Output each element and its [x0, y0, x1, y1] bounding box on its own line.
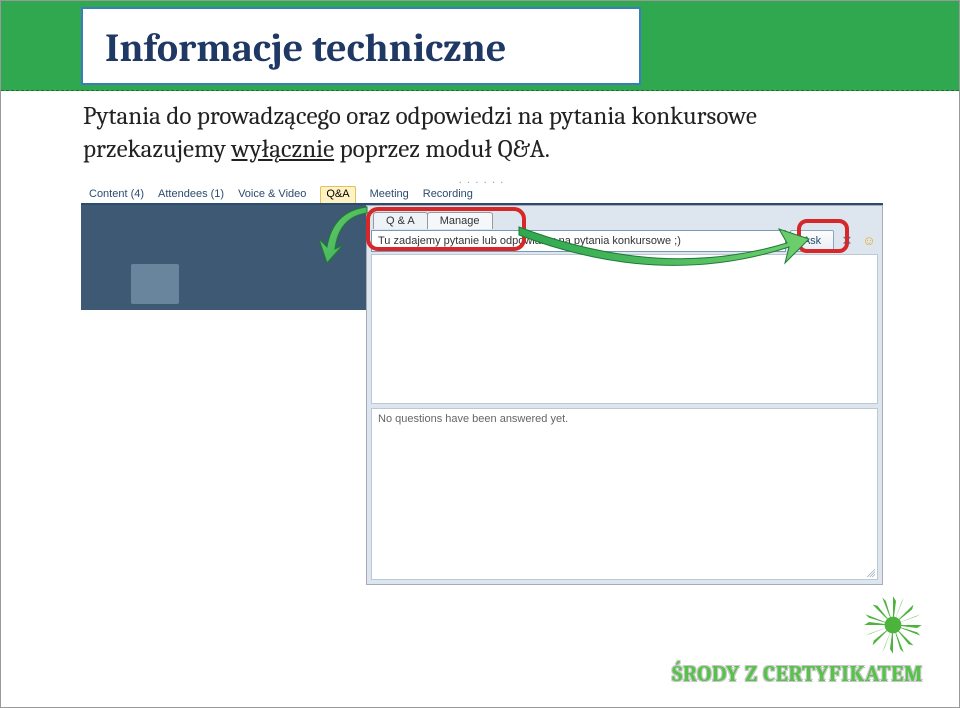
brand-text: ŚRODY Z CERTYFIKATEM — [672, 661, 923, 687]
description-text: Pytania do prowadzącego oraz odpowiedzi … — [83, 101, 899, 166]
desc-underlined: wyłącznie — [231, 135, 334, 164]
qa-question-input[interactable] — [371, 230, 786, 252]
qa-input-row: Ask ✕ ☺ — [371, 230, 878, 252]
no-answers-text: No questions have been answered yet. — [378, 413, 568, 425]
brand-starburst-icon — [863, 595, 923, 655]
menu-qa[interactable]: Q&A — [320, 186, 355, 203]
title-card: Informacje techniczne — [81, 7, 641, 85]
desc-part-2: poprzez moduł Q&A. — [334, 135, 550, 164]
qa-answers-list: No questions have been answered yet. — [371, 408, 878, 580]
qa-tabs: Q & A Manage — [373, 212, 493, 229]
menu-meeting[interactable]: Meeting — [370, 188, 409, 203]
content-panel — [81, 205, 366, 310]
tab-manage[interactable]: Manage — [427, 212, 493, 229]
close-icon[interactable]: ✕ — [838, 230, 856, 252]
menu-content[interactable]: Content (4) — [89, 188, 144, 203]
qa-questions-list — [371, 254, 878, 404]
embedded-screenshot: · · · · · · Content (4) Attendees (1) Vo… — [81, 179, 883, 589]
emoji-icon[interactable]: ☺ — [860, 230, 878, 252]
menu-recording[interactable]: Recording — [423, 188, 473, 203]
ask-button[interactable]: Ask — [790, 230, 834, 252]
qa-panel: Q & A Manage Ask ✕ ☺ No questions have b… — [366, 205, 883, 585]
page-title: Informacje techniczne — [105, 25, 506, 71]
tab-qa[interactable]: Q & A — [373, 212, 428, 229]
menu-voice-video[interactable]: Voice & Video — [238, 188, 306, 203]
app-menubar: Content (4) Attendees (1) Voice & Video … — [81, 185, 883, 205]
menu-attendees[interactable]: Attendees (1) — [158, 188, 224, 203]
